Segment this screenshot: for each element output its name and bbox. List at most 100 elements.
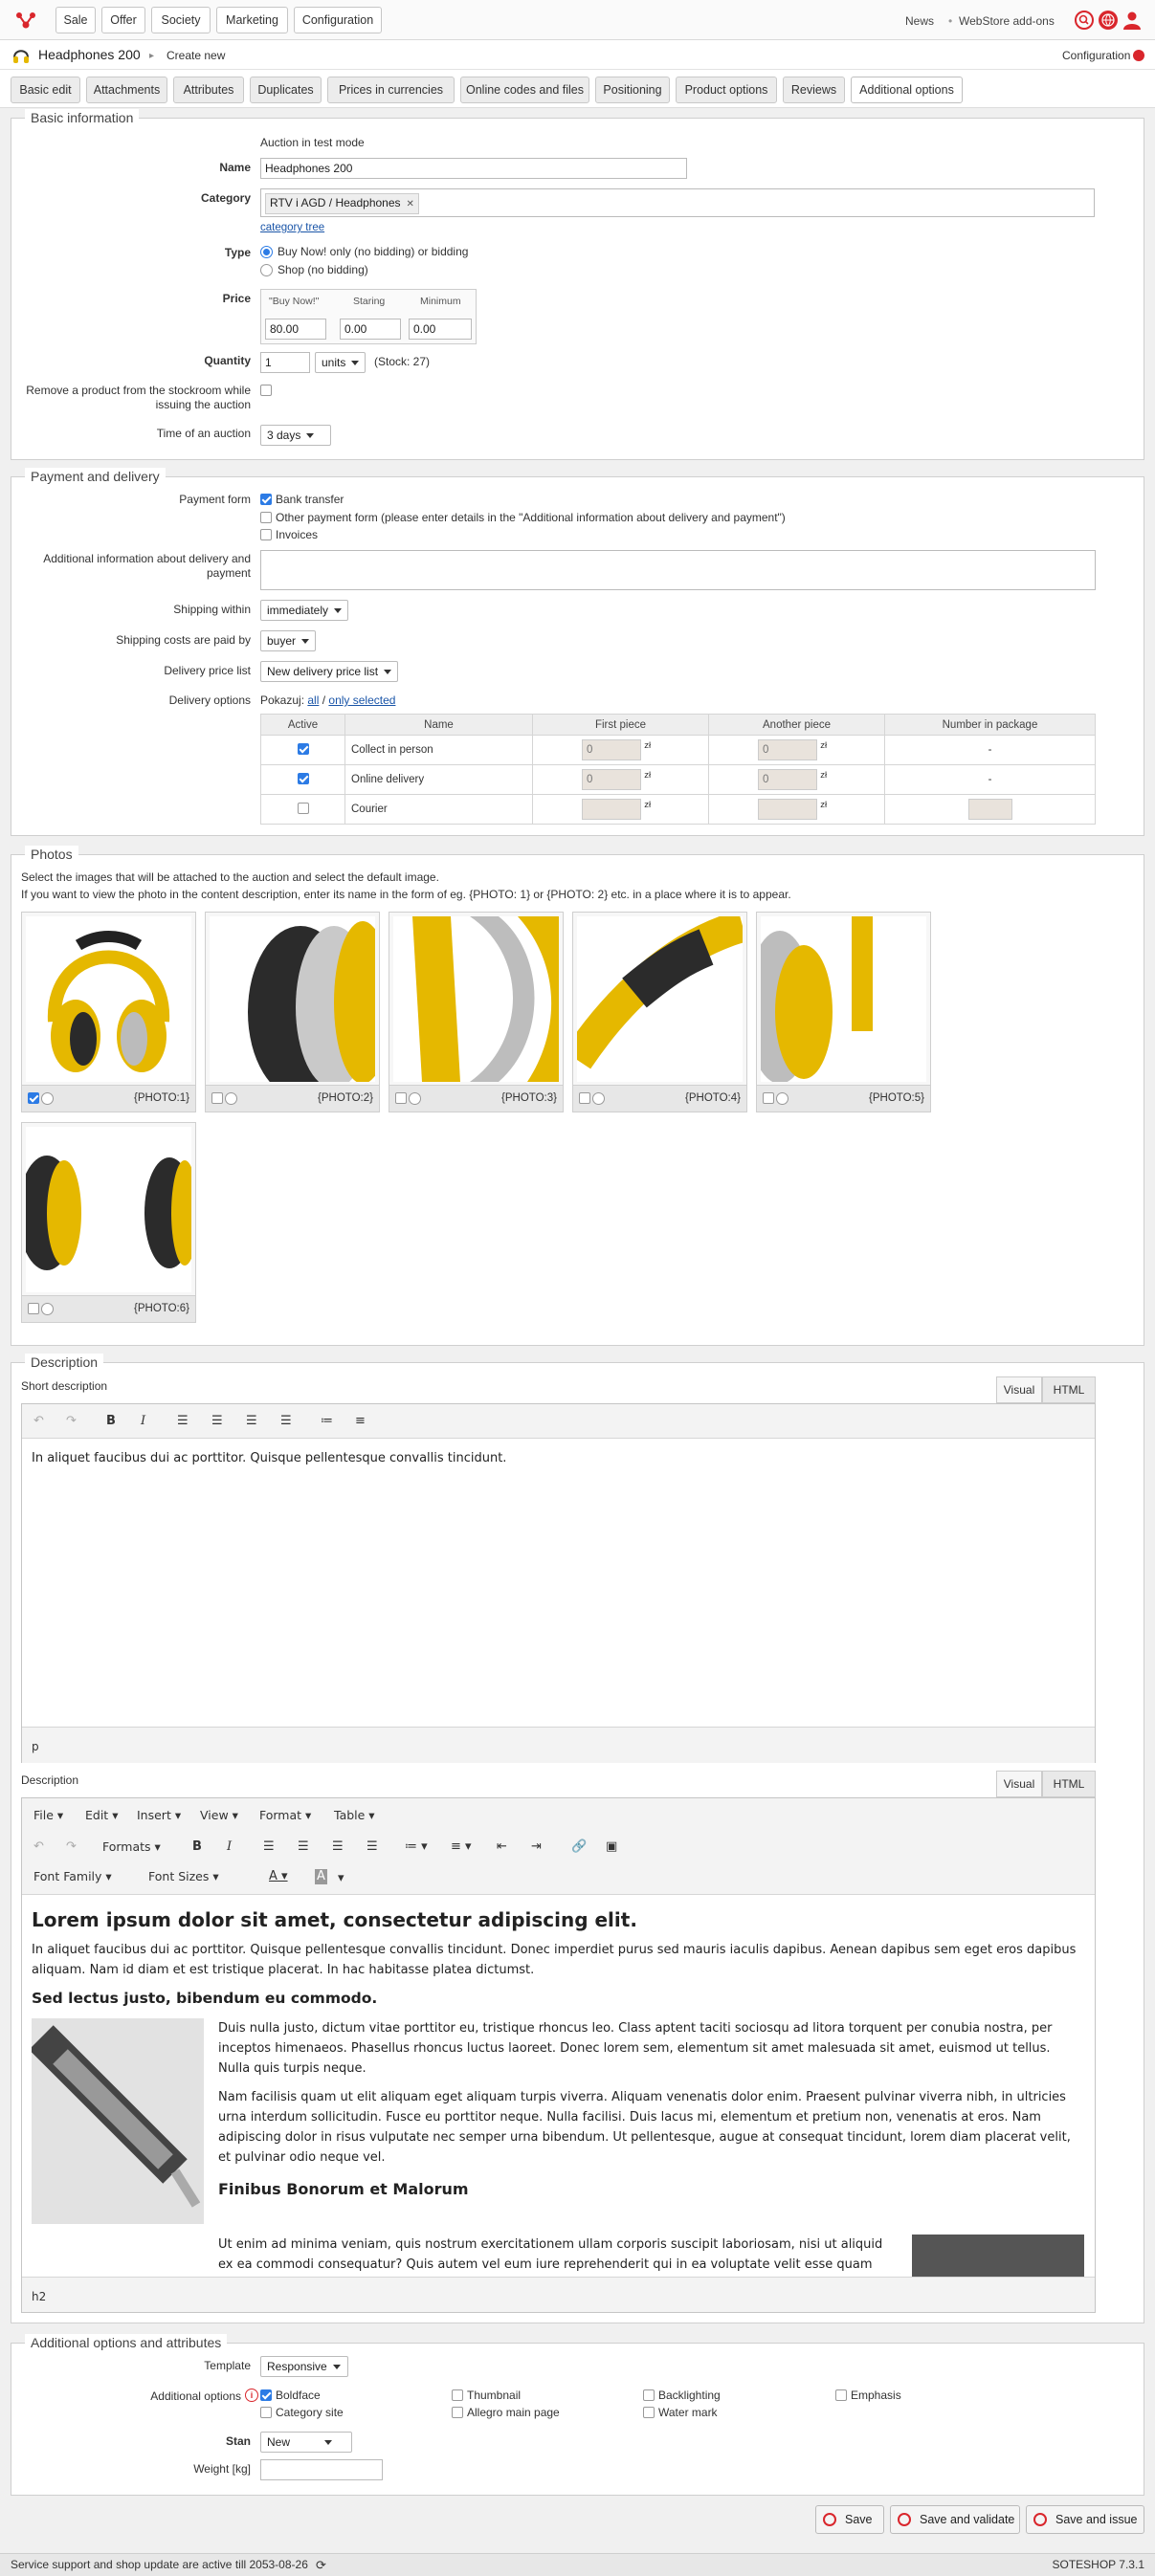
photo-thumb-1[interactable]: {PHOTO:1}	[21, 912, 196, 1112]
other-payment-checkbox[interactable]	[260, 512, 272, 523]
info-icon[interactable]: i	[245, 2389, 258, 2402]
photo-default-radio[interactable]	[41, 1092, 54, 1105]
redo-icon[interactable]: ↷	[66, 1839, 77, 1855]
another-piece-input[interactable]: 0	[758, 769, 817, 790]
align-center-icon[interactable]: ☰	[211, 1414, 223, 1429]
search-icon[interactable]	[1075, 11, 1094, 30]
option-backlighting-checkbox[interactable]	[643, 2389, 655, 2401]
photo-default-radio[interactable]	[409, 1092, 421, 1105]
active-checkbox[interactable]	[297, 772, 309, 784]
first-piece-input[interactable]: 0	[582, 769, 641, 790]
time-select[interactable]: 3 days	[260, 425, 331, 446]
photo-default-radio[interactable]	[776, 1092, 789, 1105]
weight-input[interactable]	[260, 2459, 383, 2480]
configuration-link[interactable]: Configuration	[1062, 49, 1130, 63]
tab-positioning[interactable]: Positioning	[595, 77, 670, 103]
show-all-link[interactable]: all	[307, 694, 319, 707]
nav-configuration[interactable]: Configuration	[294, 7, 382, 33]
align-right-icon[interactable]: ☰	[332, 1839, 344, 1855]
remove-stock-checkbox[interactable]	[260, 385, 272, 396]
align-left-icon[interactable]: ☰	[263, 1839, 275, 1855]
price-list-select[interactable]: New delivery price list	[260, 661, 399, 682]
align-right-icon[interactable]: ☰	[246, 1414, 257, 1429]
paid-by-select[interactable]: buyer	[260, 630, 317, 651]
chevron-down-icon[interactable]: ▾	[338, 1871, 344, 1886]
outdent-icon[interactable]: ⇤	[497, 1839, 507, 1855]
show-selected-link[interactable]: only selected	[328, 694, 395, 707]
bullet-list-icon[interactable]: ≔ ▾	[405, 1839, 428, 1855]
short-editor-content[interactable]: In aliquet faucibus dui ac porttitor. Qu…	[32, 1450, 1084, 1467]
photo-default-radio[interactable]	[225, 1092, 237, 1105]
save-issue-button[interactable]: Save and issue	[1026, 2505, 1144, 2534]
first-piece-input[interactable]: 0	[582, 739, 641, 760]
undo-icon[interactable]: ↶	[33, 1839, 44, 1855]
price-starting-input[interactable]: 0.00	[340, 319, 401, 340]
tab-additional-options[interactable]: Additional options	[851, 77, 963, 103]
photo-thumb-4[interactable]: {PHOTO:4}	[572, 912, 747, 1112]
first-piece-input[interactable]	[582, 799, 641, 820]
tab-online-codes[interactable]: Online codes and files	[460, 77, 589, 103]
price-buynow-input[interactable]: 80.00	[265, 319, 326, 340]
save-button[interactable]: Save	[815, 2505, 884, 2534]
desc-visual-tab[interactable]: Visual	[996, 1771, 1042, 1797]
news-link[interactable]: News	[905, 14, 934, 28]
additional-info-textarea[interactable]	[260, 550, 1096, 590]
menu-format[interactable]: Format ▾	[259, 1808, 311, 1823]
tab-attachments[interactable]: Attachments	[86, 77, 167, 103]
stan-select[interactable]: New	[260, 2432, 352, 2453]
remove-tag-icon[interactable]: ✕	[407, 199, 414, 209]
align-center-icon[interactable]: ☰	[298, 1839, 309, 1855]
save-validate-button[interactable]: Save and validate	[890, 2505, 1020, 2534]
globe-icon[interactable]	[1099, 11, 1118, 30]
number-in-package-input[interactable]	[967, 799, 1012, 820]
option-emphasis-checkbox[interactable]	[835, 2389, 847, 2401]
desc-html-tab[interactable]: HTML	[1042, 1771, 1096, 1797]
italic-icon[interactable]: I	[227, 1839, 232, 1855]
tab-reviews[interactable]: Reviews	[783, 77, 845, 103]
type-buy-now-radio[interactable]	[260, 246, 273, 258]
font-family-dropdown[interactable]: Font Family ▾	[33, 1869, 112, 1884]
quantity-input[interactable]: 1	[260, 352, 310, 373]
photo-default-radio[interactable]	[41, 1303, 54, 1315]
option-thumbnail-checkbox[interactable]	[452, 2389, 463, 2401]
font-sizes-dropdown[interactable]: Font Sizes ▾	[148, 1869, 219, 1884]
gear-icon[interactable]	[1133, 50, 1144, 61]
photo-default-radio[interactable]	[592, 1092, 605, 1105]
photo-checkbox[interactable]	[28, 1092, 39, 1104]
user-icon[interactable]	[1122, 11, 1142, 30]
active-checkbox[interactable]	[297, 802, 309, 814]
nav-society[interactable]: Society	[151, 7, 211, 33]
indent-icon[interactable]: ⇥	[531, 1839, 542, 1855]
type-shop-radio[interactable]	[260, 264, 273, 276]
short-visual-tab[interactable]: Visual	[996, 1376, 1042, 1403]
another-piece-input[interactable]	[758, 799, 817, 820]
photo-checkbox[interactable]	[28, 1303, 39, 1314]
option-water-mark-checkbox[interactable]	[643, 2407, 655, 2418]
nav-offer[interactable]: Offer	[101, 7, 145, 33]
align-justify-icon[interactable]: ☰	[280, 1414, 292, 1429]
image-icon[interactable]: ▣	[606, 1839, 617, 1855]
menu-file[interactable]: File ▾	[33, 1808, 63, 1823]
italic-icon[interactable]: I	[141, 1414, 145, 1429]
desc-editor-content[interactable]: Lorem ipsum dolor sit amet, consectetur …	[32, 1907, 1084, 2312]
align-left-icon[interactable]: ☰	[177, 1414, 189, 1429]
bank-transfer-checkbox[interactable]	[260, 494, 272, 505]
nav-sale[interactable]: Sale	[56, 7, 96, 33]
tab-duplicates[interactable]: Duplicates	[250, 77, 322, 103]
background-color-icon[interactable]: A	[315, 1869, 327, 1884]
category-field[interactable]: RTV i AGD / Headphones ✕	[260, 188, 1095, 217]
bold-icon[interactable]: B	[192, 1839, 202, 1855]
link-icon[interactable]: 🔗	[571, 1839, 587, 1855]
numbered-list-icon[interactable]: ≡ ▾	[451, 1839, 472, 1855]
menu-edit[interactable]: Edit ▾	[85, 1808, 118, 1823]
shipping-within-select[interactable]: immediately	[260, 600, 349, 621]
addons-link[interactable]: WebStore add-ons	[959, 14, 1055, 28]
photo-thumb-5[interactable]: {PHOTO:5}	[756, 912, 931, 1112]
short-html-tab[interactable]: HTML	[1042, 1376, 1096, 1403]
bullet-list-icon[interactable]: ≔	[321, 1414, 333, 1429]
bold-icon[interactable]: B	[106, 1414, 116, 1429]
align-justify-icon[interactable]: ☰	[366, 1839, 378, 1855]
tab-prices-in-currencies[interactable]: Prices in currencies	[327, 77, 455, 103]
option-allegro-main-checkbox[interactable]	[452, 2407, 463, 2418]
menu-view[interactable]: View ▾	[200, 1808, 238, 1823]
